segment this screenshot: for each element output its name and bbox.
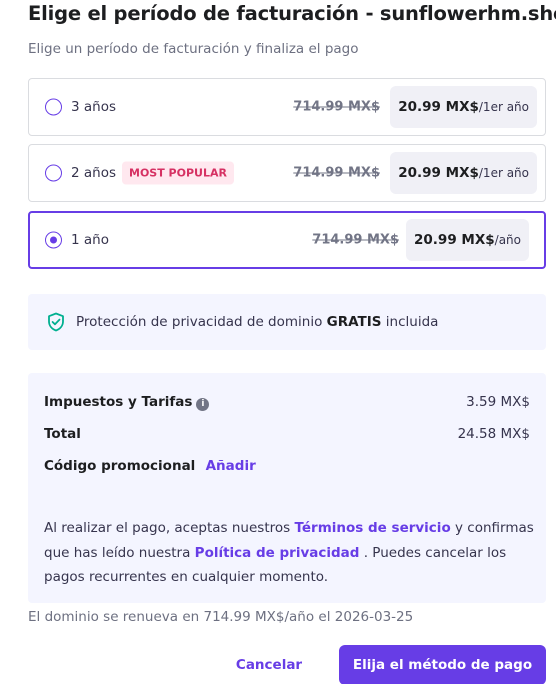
- price-value: 20.99 MX$: [398, 165, 479, 181]
- promo-code-label: Código promocional: [44, 458, 196, 474]
- price-box: 20.99 MX$ /año: [406, 219, 529, 261]
- taxes-row: Impuestos y Tarifas i 3.59 MX$: [44, 394, 530, 411]
- total-row: Total 24.58 MX$: [44, 426, 530, 442]
- price-box: 20.99 MX$ /1er año: [390, 86, 537, 128]
- terms-text: Al realizar el pago, aceptas nuestros Té…: [44, 520, 534, 585]
- most-popular-badge: MOST POPULAR: [122, 161, 234, 185]
- add-promo-code-link[interactable]: Añadir: [206, 458, 256, 474]
- price-value: 20.99 MX$: [398, 99, 479, 115]
- privacy-policy-link[interactable]: Política de privacidad: [195, 545, 360, 561]
- old-price: 714.99 MX$: [293, 99, 380, 115]
- radio-button-selected[interactable]: [45, 231, 62, 249]
- cancel-button[interactable]: Cancelar: [222, 646, 316, 684]
- page-subtitle: Elige un período de facturación y finali…: [28, 41, 359, 57]
- promo-code-row: Código promocional Añadir: [44, 458, 530, 474]
- price-period: /1er año: [478, 100, 529, 114]
- order-summary: Impuestos y Tarifas i 3.59 MX$ Total 24.5…: [28, 373, 546, 603]
- terms-of-service-link[interactable]: Términos de servicio: [294, 520, 450, 536]
- privacy-protection-banner: Protección de privacidad de dominio GRAT…: [28, 294, 546, 350]
- taxes-value: 3.59 MX$: [466, 394, 530, 410]
- privacy-text: Protección de privacidad de dominio GRAT…: [76, 314, 439, 330]
- radio-button[interactable]: [45, 98, 62, 116]
- radio-selected-dot: [49, 236, 57, 243]
- plan-option-3-years[interactable]: 3 años 714.99 MX$ 20.99 MX$ /1er año: [28, 78, 546, 136]
- total-value: 24.58 MX$: [457, 426, 530, 442]
- old-price: 714.99 MX$: [293, 165, 380, 181]
- plan-option-1-year[interactable]: 1 año 714.99 MX$ 20.99 MX$ /año: [28, 211, 546, 269]
- taxes-label: Impuestos y Tarifas: [44, 394, 193, 410]
- old-price: 714.99 MX$: [312, 232, 399, 248]
- plan-option-2-years[interactable]: 2 años MOST POPULAR 714.99 MX$ 20.99 MX$…: [28, 144, 546, 202]
- radio-button[interactable]: [45, 164, 62, 182]
- price-period: /1er año: [478, 166, 529, 180]
- plan-label: 2 años: [71, 165, 117, 181]
- choose-payment-method-button[interactable]: Elija el método de pago: [339, 645, 546, 684]
- info-icon[interactable]: i: [196, 398, 210, 411]
- shield-check-icon: [48, 312, 64, 332]
- plan-label: 1 año: [71, 232, 109, 248]
- renewal-note: El dominio se renueva en 714.99 MX$/año …: [28, 609, 414, 625]
- total-label: Total: [44, 426, 81, 442]
- price-value: 20.99 MX$: [414, 232, 495, 248]
- price-period: /año: [494, 233, 521, 247]
- page-title: Elige el período de facturación - sunflo…: [28, 2, 556, 25]
- plan-label: 3 años: [71, 99, 117, 115]
- price-box: 20.99 MX$ /1er año: [390, 152, 537, 194]
